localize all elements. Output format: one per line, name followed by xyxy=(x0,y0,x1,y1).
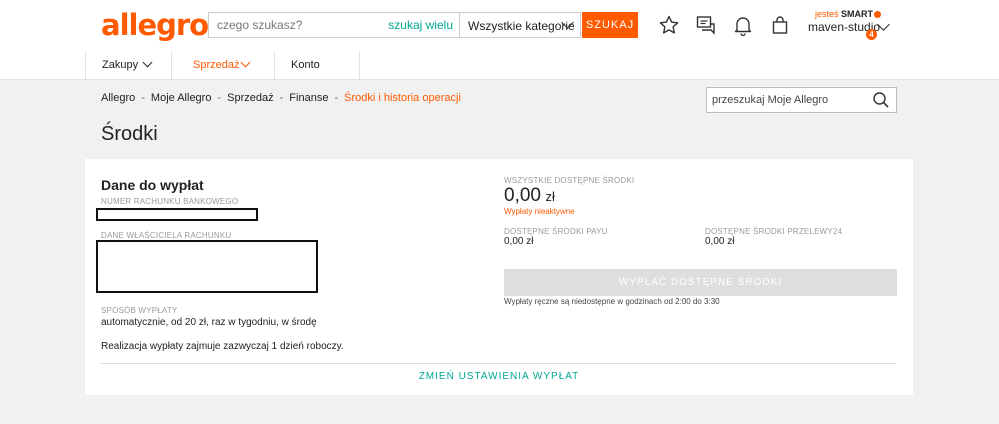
breadcrumb-item[interactable]: Sprzedaż xyxy=(227,92,273,104)
search-many-link[interactable]: szukaj wielu xyxy=(388,18,453,32)
search-button[interactable]: SZUKAJ xyxy=(582,12,638,38)
nav-item-label: Zakupy xyxy=(102,59,139,71)
top-bar: allegro szukaj wielu Wszystkie kategorie… xyxy=(0,0,999,52)
smart-dot-icon xyxy=(874,11,882,19)
breadcrumb-separator: - xyxy=(334,92,339,104)
payu-funds-label: DOSTĘPNE ŚRODKI PAYU xyxy=(504,227,608,236)
account-number-label: NUMER RACHUNKU BANKOWEGO xyxy=(101,197,239,206)
search-icon[interactable] xyxy=(872,91,890,114)
smart-prefix: jesteś xyxy=(815,9,839,19)
payout-method-value: automatycznie, od 20 zł, raz w tygodniu,… xyxy=(101,317,317,328)
allegro-logo[interactable]: allegro xyxy=(101,8,209,42)
notification-badge: 4 xyxy=(866,29,877,40)
all-funds-amount: 0,00 zł xyxy=(504,185,555,207)
redacted-account-number xyxy=(96,208,258,221)
breadcrumb-item[interactable]: Allegro xyxy=(101,92,135,104)
star-icon[interactable] xyxy=(658,14,680,36)
breadcrumb-current: Środki i historia operacji xyxy=(344,92,461,104)
cart-icon[interactable] xyxy=(769,14,791,36)
nav-item-label: Sprzedaż xyxy=(193,59,240,71)
payout-method-label: SPOSÓB WYPŁATY xyxy=(101,306,178,315)
payout-hours-note: Wypłaty ręczne są niedostępne w godzinac… xyxy=(504,297,720,306)
payu-funds-value: 0,00 zł xyxy=(504,236,534,247)
funds-card: Dane do wypłat NUMER RACHUNKU BANKOWEGO … xyxy=(85,159,913,395)
payout-realization-note: Realizacja wypłaty zajmuje zazwyczaj 1 d… xyxy=(101,341,344,352)
breadcrumb-separator: - xyxy=(217,92,222,104)
all-funds-value: 0,00 xyxy=(504,185,541,206)
all-funds-currency: zł xyxy=(545,189,555,204)
payout-button[interactable]: WYPŁAĆ DOSTĘPNE ŚRODKI xyxy=(504,269,897,296)
payout-status: Wypłaty nieaktywne xyxy=(504,207,575,216)
breadcrumb-item[interactable]: Finanse xyxy=(289,92,328,104)
redacted-account-owner xyxy=(96,240,318,293)
p24-funds-label: DOSTĘPNE ŚRODKI PRZELEWY24 xyxy=(705,227,843,236)
side-search-box[interactable] xyxy=(706,87,897,113)
search-box[interactable]: szukaj wielu xyxy=(208,12,459,38)
account-owner-label: DANE WŁAŚCICIELA RACHUNKU xyxy=(101,231,232,240)
chevron-down-icon xyxy=(240,57,251,68)
category-select-value: Wszystkie kategorie xyxy=(468,19,575,33)
breadcrumb-item[interactable]: Moje Allegro xyxy=(151,92,212,104)
page-title: Środki xyxy=(101,123,158,145)
change-payout-settings-link[interactable]: ZMIEŃ USTAWIENIA WYPŁAT xyxy=(85,371,913,382)
bell-icon[interactable] xyxy=(732,14,754,37)
search-input[interactable] xyxy=(209,13,397,37)
nav-item-label: Konto xyxy=(291,59,320,71)
side-search-input[interactable] xyxy=(707,88,862,112)
main-nav: Zakupy Sprzedaż Konto xyxy=(0,51,999,80)
smart-label: SMART xyxy=(841,9,874,19)
p24-funds-value: 0,00 zł xyxy=(705,236,735,247)
nav-item-konto[interactable]: Konto xyxy=(274,51,360,79)
all-funds-label: WSZYSTKIE DOSTĘPNE ŚRODKI xyxy=(504,176,635,185)
payout-data-heading: Dane do wypłat xyxy=(101,177,204,193)
user-menu[interactable]: jesteś SMART maven-studio 4 xyxy=(808,9,893,41)
nav-item-sprzedaz[interactable]: Sprzedaż xyxy=(171,51,274,79)
breadcrumb-separator: - xyxy=(141,92,145,104)
chevron-down-icon xyxy=(142,57,153,68)
divider xyxy=(101,363,896,364)
breadcrumb: Allegro - Moje Allegro - Sprzedaż - Finanse - Śr… xyxy=(101,92,461,104)
nav-item-zakupy[interactable]: Zakupy xyxy=(85,51,171,79)
breadcrumb-separator: - xyxy=(279,92,284,104)
smart-status: jesteś SMART xyxy=(815,9,882,19)
category-select[interactable]: Wszystkie kategorie xyxy=(459,12,581,38)
messages-icon[interactable] xyxy=(695,14,717,36)
